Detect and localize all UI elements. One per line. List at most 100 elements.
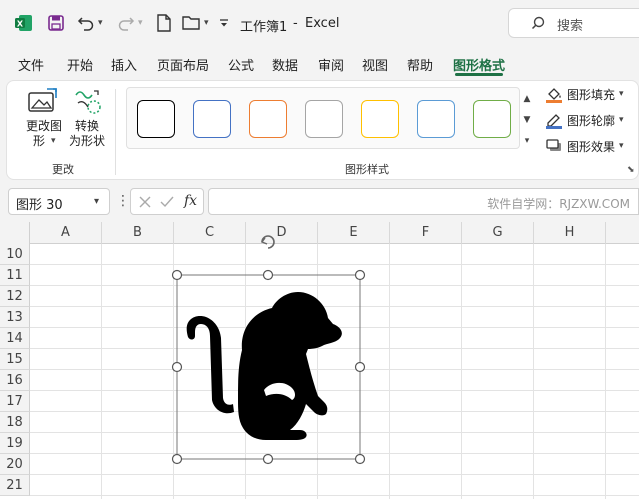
gridline — [461, 244, 462, 499]
column-header[interactable]: A — [30, 222, 102, 244]
style-swatch-7[interactable] — [473, 100, 511, 138]
column-header[interactable]: F — [390, 222, 462, 244]
svg-text:X: X — [17, 20, 24, 29]
row-header[interactable]: 10 — [0, 244, 30, 265]
shape-outline-dropdown-icon: ▾ — [619, 115, 624, 125]
gridline — [605, 244, 606, 499]
row-header[interactable]: 13 — [0, 307, 30, 328]
selected-shape[interactable] — [168, 232, 368, 468]
ribbon-tabs: 文件 开始 插入 页面布局 公式 数据 审阅 视图 帮助 图形格式 — [0, 50, 639, 76]
dialog-launcher-icon[interactable]: ⬊ — [627, 165, 635, 175]
row-header[interactable]: 17 — [0, 391, 30, 412]
shape-effects-dropdown-icon: ▾ — [619, 141, 624, 151]
open-dropdown-icon[interactable]: ▾ — [204, 18, 209, 28]
tab-graphics-format[interactable]: 图形格式 — [453, 55, 505, 74]
formula-input[interactable]: 软件自学网：RJZXW.COM — [208, 188, 639, 215]
name-box-dropdown-icon[interactable]: ▾ — [94, 196, 99, 207]
shape-outline-button[interactable]: 图形轮廓 ▾ — [545, 109, 624, 131]
gallery-scroll-up-icon[interactable]: ▲ — [519, 89, 535, 109]
change-graphic-button[interactable]: 更改图 形 ▾ — [21, 87, 65, 153]
select-all-corner[interactable] — [0, 222, 30, 244]
resize-handle-icon[interactable] — [262, 269, 274, 281]
style-swatch-1[interactable] — [137, 100, 175, 138]
row-header[interactable]: 19 — [0, 433, 30, 454]
tab-insert[interactable]: 插入 — [111, 55, 137, 74]
name-box[interactable]: 图形 30 ▾ — [8, 188, 110, 215]
style-swatch-3[interactable] — [249, 100, 287, 138]
gridline — [533, 244, 534, 499]
style-swatch-4[interactable] — [305, 100, 343, 138]
redo-dropdown-icon[interactable]: ▾ — [138, 18, 143, 28]
row-header[interactable]: 16 — [0, 370, 30, 391]
tab-data[interactable]: 数据 — [272, 55, 298, 74]
redo-icon[interactable] — [114, 11, 138, 35]
enter-check-icon[interactable] — [160, 196, 174, 208]
gridline — [30, 495, 639, 496]
excel-logo-icon: X — [12, 11, 36, 35]
search-box[interactable]: 搜索 — [508, 8, 639, 38]
gridline — [389, 244, 390, 499]
style-swatch-6[interactable] — [417, 100, 455, 138]
shape-fill-button[interactable]: 图形填充 ▾ — [545, 83, 624, 105]
row-header[interactable]: 18 — [0, 412, 30, 433]
row-header[interactable]: 21 — [0, 475, 30, 496]
convert-to-shape-button[interactable]: 转换 为形状 — [67, 87, 107, 153]
resize-handle-icon[interactable] — [354, 453, 366, 465]
formula-buttons: fx — [130, 188, 204, 215]
undo-dropdown-icon[interactable]: ▾ — [98, 18, 103, 28]
resize-handle-icon[interactable] — [171, 361, 183, 373]
rotate-handle-icon[interactable] — [260, 235, 275, 249]
convert-label-2: 为形状 — [68, 134, 105, 148]
workbook-title: 工作簿1 — [240, 20, 288, 35]
save-icon[interactable] — [44, 11, 68, 35]
shape-styles-group-label: 图形样式 — [345, 163, 389, 176]
resize-handle-icon[interactable] — [262, 453, 274, 465]
cancel-icon[interactable] — [139, 196, 151, 208]
row-header[interactable]: 14 — [0, 328, 30, 349]
monkey-icon — [186, 292, 342, 440]
shape-fill-label: 图形填充 — [567, 87, 616, 102]
tab-file[interactable]: 文件 — [18, 55, 44, 74]
more-options-icon[interactable]: ⋮ — [116, 193, 130, 209]
insert-function-button[interactable]: fx — [184, 193, 197, 209]
row-header[interactable]: 20 — [0, 454, 30, 475]
tab-help[interactable]: 帮助 — [407, 55, 433, 74]
style-swatch-5[interactable] — [361, 100, 399, 138]
tab-page-layout[interactable]: 页面布局 — [157, 55, 209, 74]
resize-handle-icon[interactable] — [354, 269, 366, 281]
shape-effects-button[interactable]: 图形效果 ▾ — [545, 135, 624, 157]
title-separator: - — [293, 16, 298, 31]
gridline — [101, 244, 102, 499]
title-bar: X ▾ ▾ ▾ 工作簿1 - Excel 搜索 — [0, 0, 639, 46]
watermark-text: 软件自学网：RJZXW.COM — [487, 197, 630, 211]
app-name: Excel — [305, 16, 340, 31]
customize-toolbar-icon[interactable] — [212, 11, 236, 35]
style-swatch-2[interactable] — [193, 100, 231, 138]
tab-review[interactable]: 审阅 — [318, 55, 344, 74]
name-box-value: 图形 30 — [16, 198, 63, 213]
row-header[interactable]: 15 — [0, 349, 30, 370]
change-graphic-label-2: 形 — [32, 134, 45, 148]
resize-handle-icon[interactable] — [171, 269, 183, 281]
paint-bucket-icon — [546, 88, 562, 103]
open-folder-icon[interactable] — [180, 11, 204, 35]
change-graphic-icon — [28, 88, 57, 112]
resize-handle-icon[interactable] — [354, 361, 366, 373]
row-header[interactable]: 11 — [0, 265, 30, 286]
gallery-more-icon[interactable]: ▾ — [519, 131, 535, 151]
new-file-icon[interactable] — [152, 11, 176, 35]
tab-home[interactable]: 开始 — [67, 55, 93, 74]
change-graphic-label-1: 更改图 — [25, 119, 62, 133]
tab-view[interactable]: 视图 — [362, 55, 388, 74]
search-placeholder: 搜索 — [557, 19, 584, 34]
column-header[interactable]: G — [462, 222, 534, 244]
tab-formulas[interactable]: 公式 — [228, 55, 254, 74]
ribbon: 更改图 形 ▾ 转换 为形状 更改 ▲ ▼ ▾ 图形样式 ⬊ 图形填充 ▾ 图形… — [6, 80, 639, 180]
row-header[interactable]: 12 — [0, 286, 30, 307]
resize-handle-icon[interactable] — [171, 453, 183, 465]
undo-icon[interactable] — [74, 11, 98, 35]
column-header[interactable]: H — [534, 222, 606, 244]
gallery-scroll-down-icon[interactable]: ▼ — [519, 110, 535, 130]
change-group-label: 更改 — [52, 163, 74, 176]
column-header[interactable]: B — [102, 222, 174, 244]
